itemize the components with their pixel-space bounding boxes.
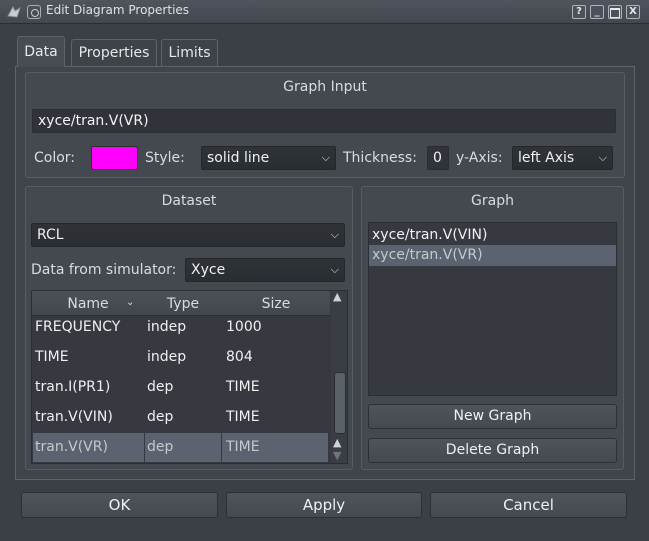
table-row-type: dep	[147, 409, 174, 425]
scroll-up-icon[interactable]: ▲	[333, 290, 341, 303]
simulator-label: Data from simulator:	[31, 262, 177, 278]
color-swatch-button[interactable]	[91, 146, 138, 170]
table-row-name[interactable]: TIME	[35, 349, 69, 365]
table-row-name[interactable]: tran.V(VIN)	[35, 409, 113, 425]
dataset-select[interactable]: RCL ⌵	[31, 223, 345, 247]
chevron-down-icon: ⌵	[330, 228, 339, 241]
table-row-name[interactable]: tran.V(VR)	[35, 439, 108, 455]
list-item[interactable]: xyce/tran.V(VR)	[372, 247, 483, 263]
yaxis-select[interactable]: left Axis ⌵	[512, 146, 613, 170]
table-row-size: 804	[226, 349, 253, 365]
yaxis-value: left Axis	[518, 150, 575, 166]
table-row-size: TIME	[226, 439, 260, 455]
table-row-name[interactable]: FREQUENCY	[35, 319, 120, 335]
table-row-type: dep	[147, 379, 174, 395]
close-button[interactable]: X	[626, 5, 640, 19]
table-row-type: indep	[147, 349, 187, 365]
list-item[interactable]: xyce/tran.V(VIN)	[372, 227, 487, 243]
table-row-type: dep	[147, 439, 174, 455]
tab-data[interactable]: Data	[17, 36, 65, 67]
style-label: Style:	[145, 150, 185, 166]
minimize-button[interactable]: _	[590, 5, 604, 19]
graph-input-field[interactable]: xyce/tran.V(VR)	[32, 109, 616, 133]
graph-title: Graph	[471, 193, 514, 209]
graph-input-title: Graph Input	[283, 79, 367, 95]
chevron-down-icon: ⌵	[330, 263, 339, 276]
apply-button[interactable]: Apply	[226, 492, 422, 518]
maximize-button[interactable]	[608, 5, 622, 19]
scrollbar-handle[interactable]	[334, 372, 346, 434]
cancel-button[interactable]: Cancel	[430, 492, 627, 518]
help-button[interactable]: ?	[572, 5, 586, 19]
simulator-select[interactable]: Xyce ⌵	[185, 258, 345, 282]
delete-graph-button[interactable]: Delete Graph	[368, 438, 617, 463]
column-header-size[interactable]: Size	[222, 296, 330, 312]
yaxis-label: y-Axis:	[456, 150, 503, 166]
dataset-title: Dataset	[161, 193, 217, 209]
table-row-name[interactable]: tran.I(PR1)	[35, 379, 110, 395]
scroll-up-icon[interactable]: ▲	[333, 436, 341, 449]
tab-limits[interactable]: Limits	[161, 39, 218, 66]
ok-button[interactable]: OK	[21, 492, 218, 518]
chevron-down-icon: ⌵	[321, 151, 330, 164]
style-select[interactable]: solid line ⌵	[201, 146, 336, 170]
chevron-down-icon: ⌵	[598, 151, 607, 164]
scroll-down-icon[interactable]: ▼	[333, 449, 341, 462]
table-row-size: 1000	[226, 319, 262, 335]
sort-chevron-icon: ⌄	[126, 297, 135, 308]
column-header-type[interactable]: Type	[144, 296, 222, 312]
window-title: Edit Diagram Properties	[46, 3, 190, 17]
table-row-type: indep	[147, 319, 187, 335]
thickness-label: Thickness:	[343, 150, 417, 166]
keep-above-icon[interactable]	[27, 5, 41, 19]
table-row-size: TIME	[226, 379, 260, 395]
simulator-value: Xyce	[191, 262, 226, 278]
tab-properties[interactable]: Properties	[71, 39, 157, 66]
style-value: solid line	[207, 150, 270, 166]
thickness-field[interactable]: 0	[427, 146, 449, 170]
table-row-size: TIME	[226, 409, 260, 425]
app-icon[interactable]	[6, 4, 22, 20]
dataset-value: RCL	[37, 227, 64, 243]
color-label: Color:	[34, 150, 76, 166]
new-graph-button[interactable]: New Graph	[368, 404, 617, 429]
